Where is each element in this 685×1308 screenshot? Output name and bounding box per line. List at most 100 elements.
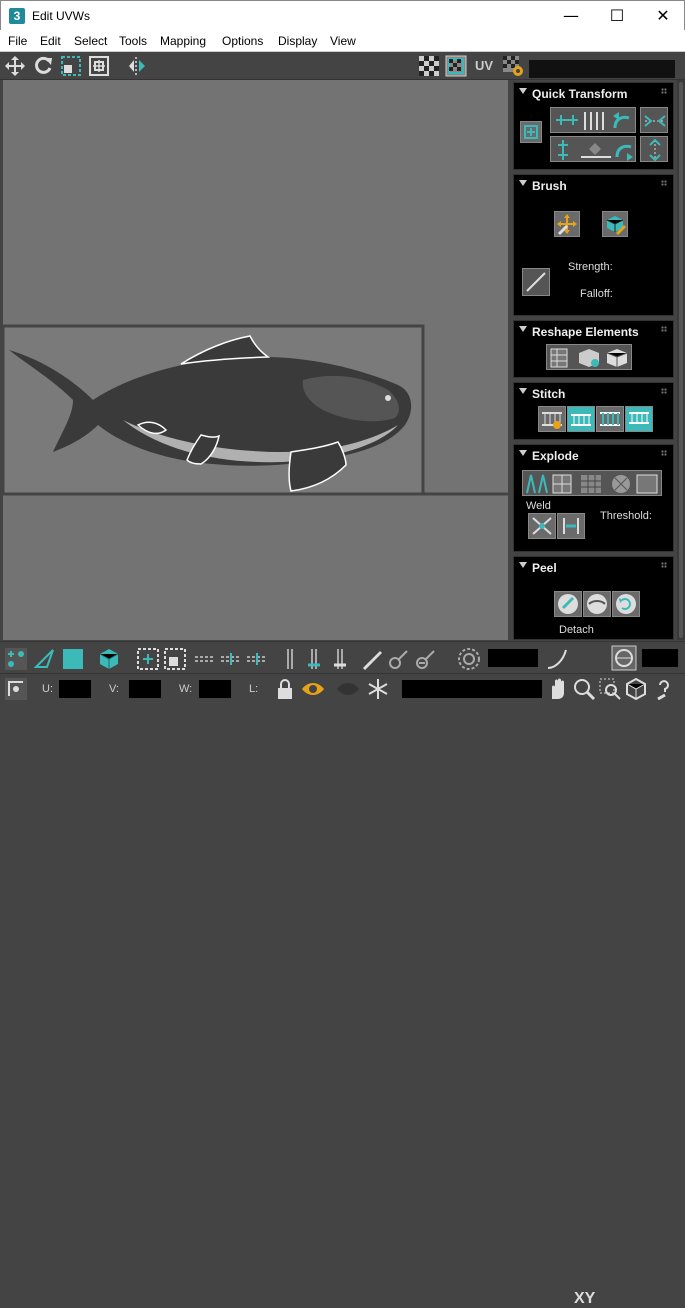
texture-map-icon[interactable] <box>445 55 467 77</box>
soft-selection-falloff-field[interactable] <box>488 649 538 667</box>
weld-selected-button[interactable] <box>528 513 556 539</box>
filter-field[interactable] <box>402 680 542 698</box>
quick-transform-title[interactable]: Quick Transform <box>532 87 627 101</box>
pan-icon[interactable] <box>546 677 570 701</box>
weld-target-button[interactable] <box>557 513 585 539</box>
menu-bar: File Edit Select Tools Mapping Options D… <box>0 30 685 52</box>
collapse-arrow-icon[interactable] <box>519 562 527 568</box>
limit-selection-icon[interactable] <box>611 645 637 671</box>
menu-display[interactable]: Display <box>278 34 317 48</box>
grip-icon[interactable] <box>661 388 667 394</box>
falloff-type-icon[interactable] <box>545 647 569 671</box>
peel-title[interactable]: Peel <box>532 561 557 575</box>
zoom-icon[interactable] <box>572 677 596 701</box>
hide-icon[interactable] <box>335 677 361 701</box>
grow-selection-icon[interactable] <box>136 647 160 671</box>
uv-editor-canvas[interactable] <box>3 80 508 640</box>
quick-transform-panel: Quick Transform <box>513 82 674 170</box>
collapse-arrow-icon[interactable] <box>519 180 527 186</box>
align-center-icon <box>524 125 538 139</box>
grip-icon[interactable] <box>661 562 667 568</box>
vertex-select-icon[interactable] <box>4 647 28 671</box>
stitch-to-average-button[interactable] <box>596 406 624 432</box>
menu-options[interactable]: Options <box>222 34 263 48</box>
rotate-icon[interactable] <box>32 55 54 77</box>
stitch-to-target-button[interactable] <box>567 406 595 432</box>
reset-peel-button[interactable] <box>612 591 640 617</box>
show-hide-icon[interactable] <box>300 677 326 701</box>
align-tools-row2[interactable] <box>550 136 636 162</box>
maximize-button[interactable]: ☐ <box>594 1 640 31</box>
reshape-tools[interactable] <box>546 344 632 370</box>
u-coordinate-field[interactable] <box>59 680 91 698</box>
collapse-arrow-icon[interactable] <box>519 388 527 394</box>
scale-icon[interactable] <box>60 55 82 77</box>
collapse-arrow-icon[interactable] <box>519 88 527 94</box>
paint-select-shrink-icon[interactable] <box>414 647 438 671</box>
mirror-icon[interactable] <box>126 55 148 77</box>
uv-label[interactable]: UV <box>475 58 493 73</box>
w-coordinate-field[interactable] <box>199 680 231 698</box>
close-button[interactable]: ✕ <box>640 1 685 31</box>
align-center-button[interactable] <box>520 121 542 143</box>
help-icon[interactable] <box>652 677 676 701</box>
collapse-arrow-icon[interactable] <box>519 450 527 456</box>
freeform-icon[interactable] <box>88 55 110 77</box>
soft-selection-icon[interactable] <box>457 647 481 671</box>
align-tools-row1[interactable] <box>550 107 636 133</box>
grip-icon[interactable] <box>661 180 667 186</box>
space-horizontal-button[interactable] <box>640 107 668 133</box>
texture-settings-icon[interactable] <box>502 55 524 77</box>
grip-icon[interactable] <box>661 326 667 332</box>
minimize-button[interactable]: — <box>548 1 594 31</box>
collapse-arrow-icon[interactable] <box>519 326 527 332</box>
absolute-offset-icon[interactable] <box>4 677 28 701</box>
stitch-to-source-button[interactable] <box>625 406 653 432</box>
edge-select-icon[interactable] <box>33 647 57 671</box>
peel-mode-button[interactable] <box>583 591 611 617</box>
menu-mapping[interactable]: Mapping <box>160 34 206 48</box>
grip-icon[interactable] <box>661 450 667 456</box>
menu-tools[interactable]: Tools <box>119 34 147 48</box>
strength-label: Strength: <box>568 261 613 273</box>
grip-icon[interactable] <box>661 88 667 94</box>
menu-select[interactable]: Select <box>74 34 107 48</box>
paint-select-icon[interactable] <box>360 647 384 671</box>
selection-toolbar: XY <box>0 641 685 1307</box>
peel-panel: Peel Detach <box>513 556 674 640</box>
lock-icon[interactable] <box>273 677 297 701</box>
zoom-region-icon[interactable] <box>598 677 622 701</box>
shrink-selection-icon[interactable] <box>163 647 187 671</box>
element-select-icon[interactable] <box>97 647 121 671</box>
paint-select-grow-icon[interactable] <box>387 647 411 671</box>
menu-file[interactable]: File <box>8 34 27 48</box>
explode-tools[interactable] <box>522 470 662 496</box>
menu-edit[interactable]: Edit <box>40 34 61 48</box>
checker-icon[interactable] <box>418 55 440 77</box>
v-coordinate-field[interactable] <box>129 680 161 698</box>
explode-title[interactable]: Explode <box>532 449 579 463</box>
quick-peel-icon <box>558 594 578 614</box>
texture-dropdown[interactable] <box>529 60 675 78</box>
ring-select-icon[interactable] <box>282 647 362 671</box>
paint-move-button[interactable] <box>554 211 580 237</box>
sidebar-scroll-thumb[interactable] <box>679 82 683 638</box>
stitch-title[interactable]: Stitch <box>532 387 565 401</box>
falloff-curve-icon <box>526 272 546 292</box>
brush-title[interactable]: Brush <box>532 179 567 193</box>
xy-space-toggle[interactable]: XY <box>574 1290 595 1308</box>
limit-distance-field[interactable] <box>642 649 678 667</box>
space-vertical-button[interactable] <box>640 136 668 162</box>
menu-view[interactable]: View <box>330 34 356 48</box>
freeze-icon[interactable] <box>366 677 390 701</box>
reshape-elements-title[interactable]: Reshape Elements <box>532 325 639 339</box>
move-icon[interactable] <box>4 55 26 77</box>
brush-falloff-button[interactable] <box>522 268 550 296</box>
polygon-select-icon[interactable] <box>61 647 85 671</box>
stitch-custom-button[interactable] <box>538 406 566 432</box>
uv-viewport[interactable] <box>3 80 508 640</box>
loop-ring-icon[interactable] <box>193 647 273 671</box>
zoom-extents-icon[interactable] <box>624 677 648 701</box>
quick-peel-button[interactable] <box>554 591 582 617</box>
relax-paint-button[interactable] <box>602 211 628 237</box>
